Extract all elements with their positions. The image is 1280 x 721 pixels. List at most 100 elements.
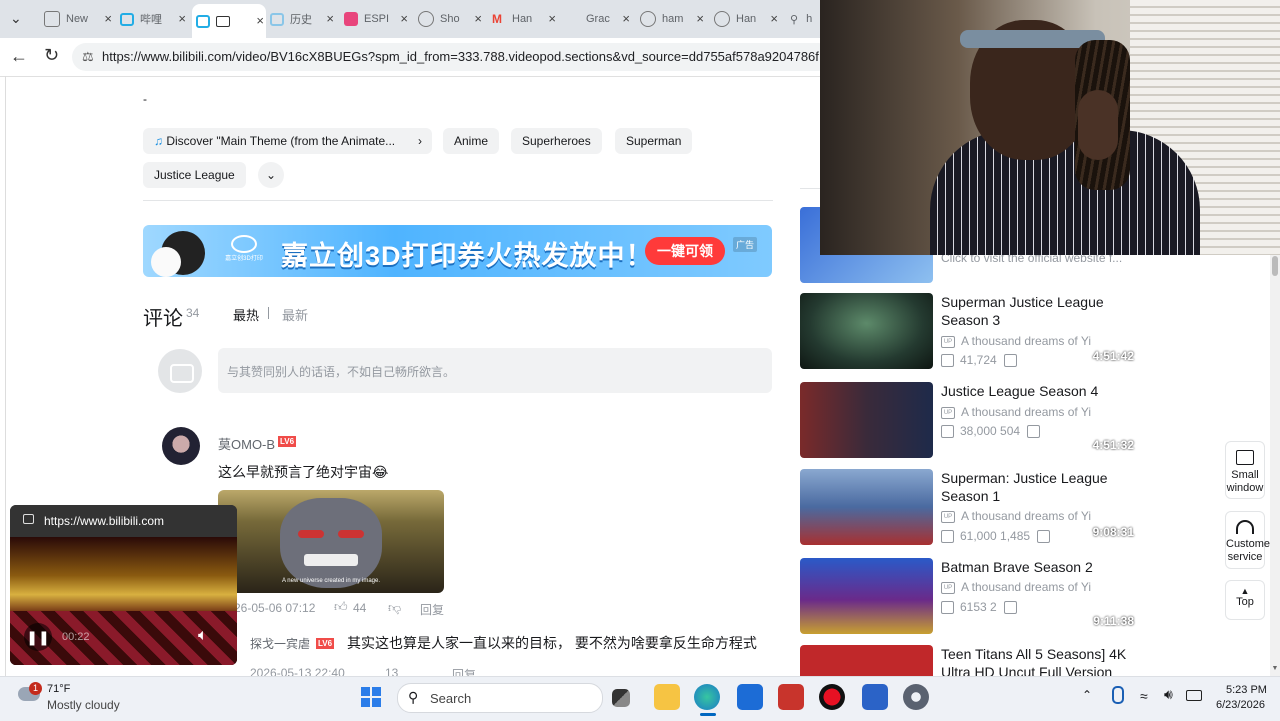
thumbs-down-icon[interactable]: 👎︎: [388, 600, 401, 616]
address-bar[interactable]: ⚖ https://www.bilibili.com/video/BV16cX8B…: [72, 43, 832, 71]
close-tab-icon[interactable]: ×: [474, 11, 482, 26]
store-icon[interactable]: [737, 684, 763, 710]
taskbar-search-box[interactable]: ⚲ Search: [397, 683, 603, 713]
pause-button[interactable]: ❚❚: [24, 623, 52, 651]
lock-icon: [23, 514, 34, 524]
video-uploader[interactable]: UP A thousand dreams of Yi: [941, 405, 1091, 419]
music-tag[interactable]: ♫ Discover "Main Theme (from the Animate…: [143, 128, 432, 154]
mini-player-video[interactable]: ❚❚ 00:22 🔈︎: [10, 537, 237, 665]
mini-player[interactable]: https://www.bilibili.com ❚❚ 00:22 🔈︎: [10, 505, 237, 665]
video-uploader[interactable]: UP A thousand dreams of Yi: [941, 334, 1091, 348]
video-title[interactable]: Teen Titans All 5 Seasons] 4K Ultra HD U…: [941, 645, 1136, 676]
back-to-top-button[interactable]: ▲ Top: [1225, 580, 1265, 620]
recommended-video[interactable]: 9:11:38 Batman Brave Season 2 UP A thousa…: [800, 558, 1140, 634]
comment-username[interactable]: 探戈一宾虐: [250, 635, 310, 652]
settings-gear-icon[interactable]: [903, 684, 929, 710]
browser-tab[interactable]: M Han ×: [492, 6, 558, 32]
toolbox-icon[interactable]: [778, 684, 804, 710]
browser-tab[interactable]: ESPI ×: [344, 6, 410, 32]
danmaku-icon: [1037, 530, 1051, 544]
recommended-video[interactable]: Teen Titans All 5 Seasons] 4K Ultra HD U…: [800, 645, 1140, 676]
browser-tab[interactable]: Han ×: [714, 6, 780, 32]
browser-tab[interactable]: ⚲ h: [790, 6, 820, 32]
small-window-label: Small window: [1226, 469, 1264, 494]
comment-text: 其实这也算是人家一直以来的目标， 要不然为啥要拿反生命方程式: [347, 635, 757, 651]
video-title[interactable]: Superman Justice League Season 3: [941, 293, 1136, 329]
weather-widget[interactable]: 1 71°F Mostly cloudy: [18, 681, 158, 717]
volume-icon[interactable]: 🔊︎: [1164, 686, 1173, 703]
close-tab-icon[interactable]: ×: [770, 11, 778, 26]
close-tab-icon[interactable]: ×: [178, 11, 186, 26]
wifi-icon[interactable]: ≈: [1140, 688, 1148, 704]
close-tab-icon[interactable]: ×: [400, 11, 408, 26]
file-explorer-icon[interactable]: [654, 684, 680, 710]
customer-service-button[interactable]: Customer service: [1225, 511, 1274, 569]
small-window-button[interactable]: Small window: [1225, 441, 1265, 499]
danmaku-icon: [1027, 425, 1041, 439]
tag-superman[interactable]: Superman: [615, 128, 693, 154]
video-uploader[interactable]: UP A thousand dreams of Yi: [941, 580, 1091, 594]
recommended-video[interactable]: 4:51:42 Superman Justice League Season 3…: [800, 293, 1140, 369]
volume-icon[interactable]: 🔈︎: [198, 627, 208, 645]
bilibili-favicon-icon: [270, 12, 284, 26]
back-arrow-icon[interactable]: ←: [10, 46, 28, 67]
sort-new-tab[interactable]: 最新: [282, 305, 308, 324]
calculator-icon[interactable]: [862, 684, 888, 710]
close-tab-icon[interactable]: ×: [548, 11, 556, 26]
darkseid-face: [280, 498, 382, 588]
edge-browser-icon[interactable]: [694, 684, 720, 710]
close-tab-icon[interactable]: ×: [104, 11, 112, 26]
browser-tab[interactable]: 历史 ×: [270, 6, 336, 32]
level-badge: LV6: [278, 436, 297, 447]
tag-superheroes[interactable]: Superheroes: [511, 128, 602, 154]
browser-tab[interactable]: ham ×: [640, 6, 706, 32]
record-icon[interactable]: [819, 684, 845, 710]
avatar[interactable]: [162, 427, 200, 465]
thumbs-up-icon[interactable]: 👍︎: [334, 599, 348, 615]
left-edge-line: [5, 76, 6, 676]
clock-date[interactable]: 6/23/2026: [1216, 699, 1265, 711]
music-note-icon: ♫: [154, 134, 163, 148]
site-info-icon[interactable]: ⚖: [82, 43, 94, 71]
browser-tab[interactable]: New ×: [44, 6, 114, 32]
tag-justice-league[interactable]: Justice League: [143, 162, 246, 188]
sort-hot-tab[interactable]: 最热: [233, 305, 259, 324]
scroll-down-arrow-icon[interactable]: ▼: [1270, 665, 1280, 672]
scrollbar-thumb[interactable]: [1272, 256, 1278, 276]
close-tab-icon[interactable]: ×: [326, 11, 334, 26]
recommended-video[interactable]: 9:08:31 Superman: Justice League Season …: [800, 469, 1140, 545]
reply-button[interactable]: 回复: [420, 601, 444, 618]
comment-input[interactable]: 与其赞同别人的话语，不如自己畅所欲言。: [218, 348, 772, 393]
ad-cta-button[interactable]: 一键可领: [645, 237, 725, 265]
video-title[interactable]: Justice League Season 4: [941, 382, 1136, 400]
expand-tags-chevron-icon[interactable]: ⌄: [258, 162, 284, 188]
browser-tab[interactable]: 哔哩 ×: [120, 6, 188, 32]
tab-list-chevron-icon[interactable]: ⌄: [10, 10, 22, 27]
video-title[interactable]: Batman Brave Season 2: [941, 558, 1136, 576]
recommended-video[interactable]: 4:51:32 Justice League Season 4 UP A thou…: [800, 382, 1140, 458]
comment-image[interactable]: A new universe created in my image.: [218, 490, 444, 593]
browser-tab-active[interactable]: ×: [192, 4, 266, 38]
comment-username[interactable]: 莫OMO-B: [218, 434, 275, 453]
reply-button[interactable]: 回复: [452, 666, 476, 676]
clock-time[interactable]: 5:23 PM: [1226, 684, 1267, 696]
task-view-icon[interactable]: [612, 689, 630, 707]
chevron-right-icon: ›: [418, 134, 422, 148]
laugh-emoji: 😂: [372, 464, 389, 480]
browser-tab[interactable]: Grac ×: [566, 6, 632, 32]
video-uploader[interactable]: UP A thousand dreams of Yi: [941, 509, 1091, 523]
windows-start-icon[interactable]: [361, 687, 381, 707]
darkseid-eye: [298, 530, 324, 538]
tag-anime[interactable]: Anime: [443, 128, 500, 154]
video-title[interactable]: Superman: Justice League Season 1: [941, 469, 1136, 505]
ad-banner[interactable]: 嘉立创3D打印 嘉立创3D打印券火热发放中！ 一键可领 广告: [143, 225, 772, 277]
close-tab-icon[interactable]: ×: [622, 11, 630, 26]
chevron-up-icon[interactable]: ⌃: [1082, 688, 1092, 702]
reload-icon[interactable]: ↻: [44, 45, 59, 66]
battery-icon[interactable]: [1186, 690, 1202, 701]
microphone-icon[interactable]: [1112, 686, 1124, 704]
close-tab-icon[interactable]: ×: [696, 11, 704, 26]
close-tab-icon[interactable]: ×: [256, 13, 264, 28]
browser-tab[interactable]: Sho ×: [418, 6, 484, 32]
arrow-up-icon: ▲: [1240, 586, 1250, 596]
